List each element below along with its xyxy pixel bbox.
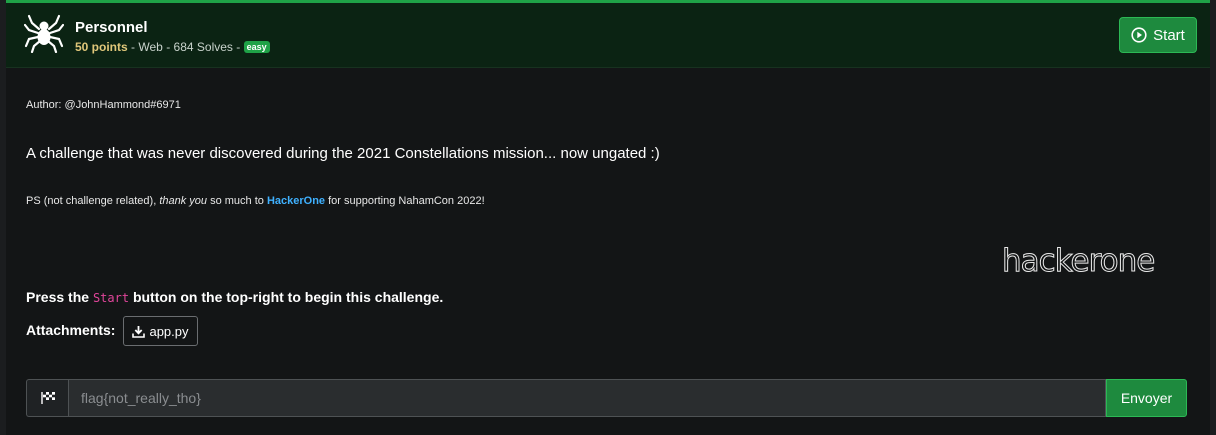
start-button-label: Start (1153, 26, 1185, 44)
meta-separator: - (236, 40, 244, 54)
difficulty-badge: easy (243, 41, 270, 53)
challenge-card: Personnel 50 points - Web - 684 Solves -… (6, 0, 1210, 435)
start-button[interactable]: Start (1119, 17, 1197, 53)
challenge-description: A challenge that was never discovered du… (26, 145, 660, 162)
challenge-category: Web (138, 40, 163, 54)
attachment-file-name: app.py (149, 323, 189, 339)
hackerone-link[interactable]: HackerOne (267, 195, 325, 207)
author-line: Author: @JohnHammond#6971 (26, 99, 181, 111)
challenge-title: Personnel (75, 19, 148, 36)
start-code: Start (92, 291, 130, 305)
ps-suffix: for supporting NahamCon 2022! (325, 195, 485, 207)
press-prefix: Press the (26, 289, 93, 305)
ps-emphasis: thank you (159, 195, 208, 207)
spider-icon (24, 14, 64, 53)
challenge-meta: 50 points - Web - 684 Solves - easy (75, 40, 270, 54)
ps-middle: so much to (207, 195, 267, 207)
challenge-header: Personnel 50 points - Web - 684 Solves -… (6, 3, 1210, 68)
submit-flag-button[interactable]: Envoyer (1106, 379, 1187, 417)
meta-separator: - (166, 40, 174, 54)
press-suffix: button on the top-right to begin this ch… (129, 289, 444, 305)
challenge-points: 50 points (75, 40, 128, 54)
attachment-download-button[interactable]: app.py (123, 316, 198, 346)
challenge-solves: 684 Solves (173, 40, 233, 54)
flag-input[interactable] (68, 379, 1106, 417)
attachments-label: Attachments: (26, 322, 116, 338)
flag-addon (26, 379, 68, 417)
ps-prefix: PS (not challenge related), (26, 195, 160, 207)
download-icon (132, 325, 146, 338)
start-instructions: Press the Start button on the top-right … (26, 289, 443, 305)
sponsor-note: PS (not challenge related), thank you so… (26, 195, 485, 207)
hackerone-logo: hackerone (1001, 243, 1155, 280)
flag-submit-form: Envoyer (26, 379, 1187, 417)
play-circle-icon (1131, 27, 1147, 43)
checkered-flag-icon (40, 392, 55, 404)
